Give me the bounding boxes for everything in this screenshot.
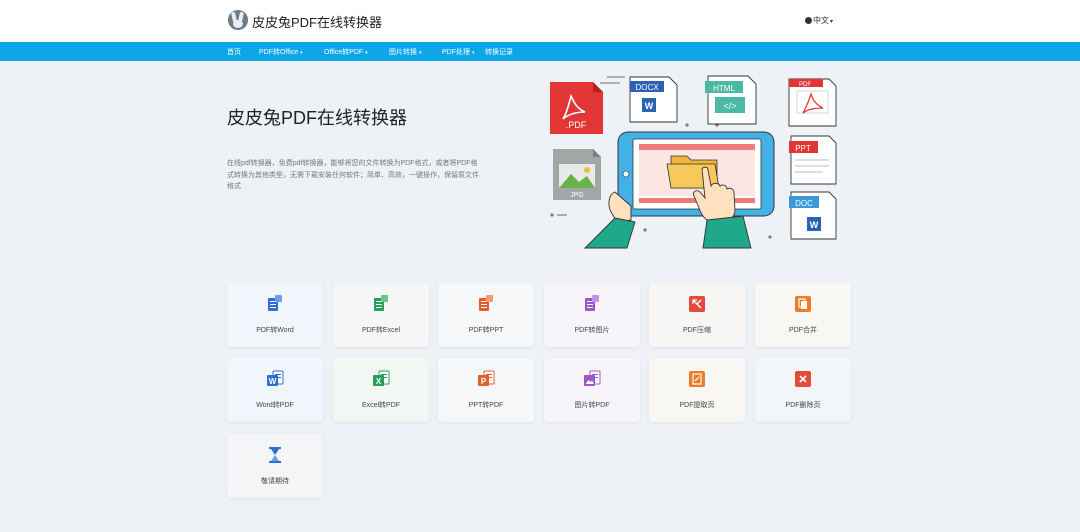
hero-illustration: .PDF JPG DOCX W HTML </> PDF PPT DOC W [550,75,837,249]
caret-down-icon: ▾ [365,50,368,56]
caret-down-icon: ▾ [830,19,834,25]
tool-label: Excel转PDF [361,402,401,409]
tool-label: PDF提取页 [679,402,715,409]
pdf-small-label: PDF [799,82,811,88]
pdf-file-icon: .PDF [550,82,603,134]
excel-to-pdf-icon: X [373,370,390,386]
ppt-to-pdf-icon: P [478,370,495,386]
tool-card-pdf-to-excel[interactable]: PDF转Excel [333,283,429,347]
caret-down-icon: ▾ [419,50,422,56]
docx-w-label: W [645,101,654,111]
tool-label: PDF转PPT [468,327,504,334]
ppt-file-icon: PPT [789,135,837,185]
tool-card-image-to-pdf[interactable]: 图片转PDF [544,358,640,422]
nav-item-home[interactable]: 首页 [227,47,241,57]
docx-label: DOCX [635,83,659,92]
tool-card-pdf-compress[interactable]: PDF压缩 [649,283,745,347]
tool-label: 敬请期待 [261,478,289,485]
pdf-extract-icon [689,371,705,387]
svg-text:W: W [269,377,277,386]
pdf-merge-icon [795,296,811,312]
pdf-to-image-icon [585,295,599,311]
tool-label: PDF转Word [256,327,294,334]
caret-down-icon: ▾ [472,50,475,56]
pdf-to-ppt-icon [479,295,493,311]
hero-title: 皮皮兔PDF在线转换器 [227,108,407,128]
hourglass-icon [269,447,281,463]
docx-file-icon: DOCX W [629,76,678,123]
site-title[interactable]: 皮皮兔PDF在线转换器 [252,12,382,31]
pdf-small-file-icon: PDF [788,78,837,127]
main-nav: 首页 PDF转Office ▾ Office转PDF ▾ 图片转换 ▾ PDF处理 ▾ … [0,42,1080,61]
doc-w-label: W [810,220,819,230]
image-to-pdf-icon [584,370,601,386]
tool-label: PDF删除页 [785,402,821,409]
folder-icon [666,155,720,189]
doc-label: DOC [795,199,813,208]
ppt-label: PPT [795,144,811,153]
hero-description: 在线pdf转换器，免费pdf转换器，能够将您的文件转换为PDF格式，或者将PDF… [227,160,479,190]
html-code-label: </> [723,101,736,111]
nav-item-pdf-to-office[interactable]: PDF转Office ▾ [259,47,303,57]
jpg-file-label: JPG [570,192,584,199]
nav-item-pdf-process[interactable]: PDF处理 ▾ [442,47,475,57]
word-to-pdf-icon: W [267,370,284,386]
tool-card-pdf-to-image[interactable]: PDF转图片 [544,283,640,347]
tool-card-pdf-to-ppt[interactable]: PDF转PPT [438,283,534,347]
tool-card-pdf-delete[interactable]: PDF删除页 [755,358,851,422]
tool-label: PDF压缩 [683,327,711,334]
tool-label: 图片转PDF [574,402,610,409]
rabbit-logo-icon[interactable] [228,10,248,30]
nav-item-office-to-pdf[interactable]: Office转PDF ▾ [324,47,368,57]
pdf-delete-icon [795,371,811,387]
tool-card-word-to-pdf[interactable]: W Word转PDF [227,358,323,422]
doc-file-icon: DOC W [789,191,837,240]
tool-card-pdf-merge[interactable]: PDF合并 [755,283,851,347]
pdf-to-excel-icon [374,295,388,311]
tool-card-pdf-to-word[interactable]: PDF转Word [227,283,323,347]
html-file-icon: HTML </> [705,75,757,125]
tool-card-coming-soon[interactable]: 敬请期待 [227,434,323,498]
tool-label: PDF转图片 [574,327,610,334]
globe-icon [805,17,812,24]
caret-down-icon: ▾ [300,50,303,56]
tool-label: PPT转PDF [468,402,504,409]
language-label: 中文 [813,16,829,25]
svg-text:X: X [376,377,382,386]
nav-item-history[interactable]: 转换记录 [485,47,513,57]
nav-item-image-convert[interactable]: 图片转换 ▾ [389,47,422,57]
tool-card-pdf-extract[interactable]: PDF提取页 [649,358,745,422]
pdf-to-word-icon [268,295,282,311]
tool-label: Word转PDF [256,402,294,409]
tool-card-ppt-to-pdf[interactable]: P PPT转PDF [438,358,534,422]
svg-text:P: P [481,377,487,386]
tool-label: PDF合并 [789,327,817,334]
language-selector[interactable]: 中文▾ [805,15,833,26]
pdf-file-label: .PDF [566,120,587,130]
html-label: HTML [713,84,735,93]
tool-label: PDF转Excel [361,327,401,334]
jpg-file-icon: JPG [553,149,601,200]
pdf-compress-icon [689,296,705,312]
tool-card-excel-to-pdf[interactable]: X Excel转PDF [333,358,429,422]
top-header: 皮皮兔PDF在线转换器 中文▾ [0,0,1080,42]
